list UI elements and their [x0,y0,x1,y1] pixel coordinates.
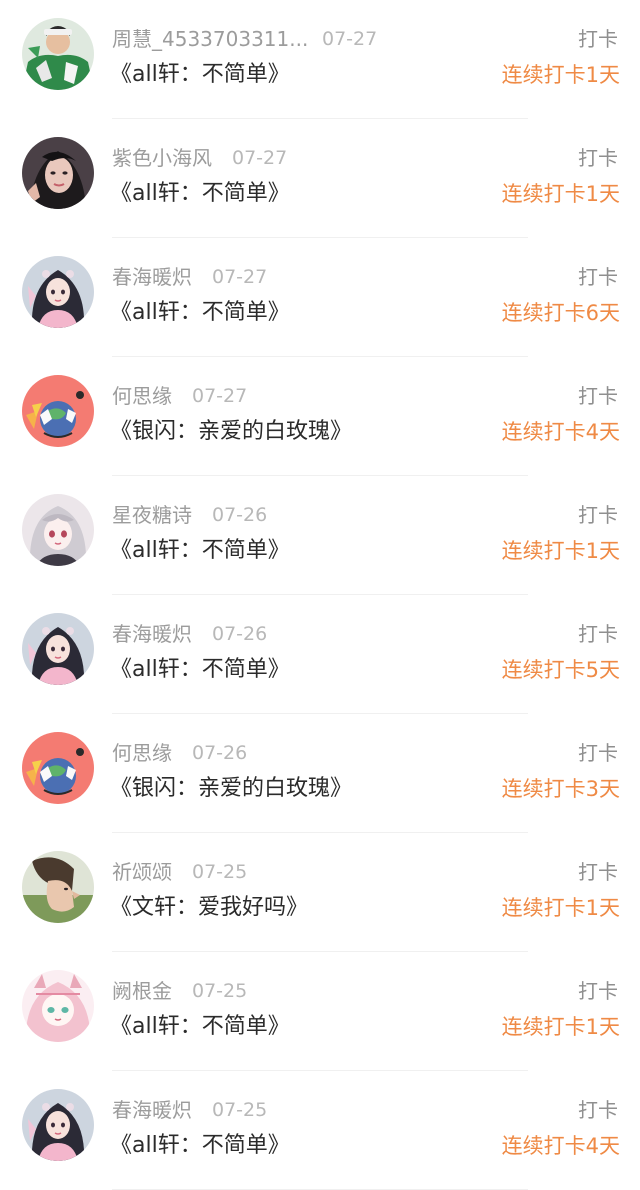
checkin-row[interactable]: 春海暖炽 07-26 《all轩：不简单》 打卡连续打卡5天 [0,595,640,714]
avatar-pink-monster[interactable] [22,375,94,447]
user-name[interactable]: 紫色小海风 [112,145,212,171]
avatar-anime-girl-pink[interactable] [22,256,94,328]
avatar-woman-portrait[interactable] [22,137,94,209]
post-date: 07-25 [192,861,248,883]
post-date: 07-25 [212,1099,268,1121]
streak-count: 连续打卡1天 [501,539,620,563]
post-date: 07-25 [192,980,248,1002]
checkin-row[interactable]: 周慧_4533703311... 07-27 《all轩：不简单》 打卡连续打卡1天 [0,0,640,119]
post-date: 07-26 [192,742,248,764]
user-name[interactable]: 春海暖炽 [112,621,192,647]
user-name[interactable]: 春海暖炽 [112,264,192,290]
streak-count: 连续打卡4天 [501,1134,620,1158]
checkin-label: 打卡 [578,27,618,51]
checkin-label: 打卡 [578,860,618,884]
streak-count: 连续打卡1天 [501,896,620,920]
user-name[interactable]: 星夜糖诗 [112,502,192,528]
checkin-row[interactable]: 何思缘 07-26 《银闪：亲爱的白玫瑰》 打卡连续打卡3天 [0,714,640,833]
avatar-anime-girl-pink[interactable] [22,613,94,685]
avatar-boy-side-profile[interactable] [22,851,94,923]
book-title[interactable]: 《all轩：不简单》 [110,298,290,328]
streak-count: 连续打卡4天 [501,420,620,444]
avatar-anime-girl-pink[interactable] [22,1089,94,1161]
checkin-row[interactable]: 何思缘 07-27 《银闪：亲爱的白玫瑰》 打卡连续打卡4天 [0,357,640,476]
checkin-label: 打卡 [578,503,618,527]
user-name[interactable]: 何思缘 [112,383,172,409]
streak-count: 连续打卡3天 [501,777,620,801]
post-date: 07-27 [322,28,378,50]
book-title[interactable]: 《银闪：亲爱的白玫瑰》 [110,774,352,804]
checkin-row[interactable]: 春海暖炽 07-27 《all轩：不简单》 打卡连续打卡6天 [0,238,640,357]
streak-count: 连续打卡6天 [501,301,620,325]
streak-count: 连续打卡1天 [501,1015,620,1039]
post-date: 07-27 [232,147,288,169]
user-name[interactable]: 何思缘 [112,740,172,766]
book-title[interactable]: 《all轩：不简单》 [110,655,290,685]
checkin-label: 打卡 [578,146,618,170]
book-title[interactable]: 《all轩：不简单》 [110,536,290,566]
post-date: 07-26 [212,623,268,645]
user-name[interactable]: 阙根金 [112,978,172,1004]
post-date: 07-27 [212,266,268,288]
streak-count: 连续打卡5天 [501,658,620,682]
checkin-label: 打卡 [578,1098,618,1122]
avatar-pink-monster[interactable] [22,732,94,804]
checkin-row[interactable]: 祈颂颂 07-25 《文轩：爱我好吗》 打卡连续打卡1天 [0,833,640,952]
checkin-label: 打卡 [578,979,618,1003]
streak-count: 连续打卡1天 [501,63,620,87]
post-date: 07-27 [192,385,248,407]
checkin-row[interactable]: 春海暖炽 07-25 《all轩：不简单》 打卡连续打卡4天 [0,1071,640,1190]
book-title[interactable]: 《文轩：爱我好吗》 [110,893,308,923]
book-title[interactable]: 《all轩：不简单》 [110,1131,290,1161]
checkin-row[interactable]: 紫色小海风 07-27 《all轩：不简单》 打卡连续打卡1天 [0,119,640,238]
checkin-row[interactable]: 星夜糖诗 07-26 《all轩：不简单》 打卡连续打卡1天 [0,476,640,595]
avatar-anime-girl-cat-ears[interactable] [22,970,94,1042]
book-title[interactable]: 《all轩：不简单》 [110,1012,290,1042]
checkin-label: 打卡 [578,384,618,408]
book-title[interactable]: 《银闪：亲爱的白玫瑰》 [110,417,352,447]
checkin-row[interactable]: 阙根金 07-25 《all轩：不简单》 打卡连续打卡1天 [0,952,640,1071]
avatar-anime-girl-silver[interactable] [22,494,94,566]
user-name[interactable]: 春海暖炽 [112,1097,192,1123]
user-name[interactable]: 祈颂颂 [112,859,172,885]
checkin-list: 周慧_4533703311... 07-27 《all轩：不简单》 打卡 连续打卡1天紫… [0,0,640,1190]
avatar-man-green-jersey[interactable] [22,18,94,90]
book-title[interactable]: 《all轩：不简单》 [110,60,290,90]
checkin-label: 打卡 [578,622,618,646]
post-date: 07-26 [212,504,268,526]
checkin-label: 打卡 [578,265,618,289]
checkin-label: 打卡 [578,741,618,765]
streak-count: 连续打卡1天 [501,182,620,206]
book-title[interactable]: 《all轩：不简单》 [110,179,290,209]
user-name[interactable]: 周慧_4533703311... [112,26,308,52]
